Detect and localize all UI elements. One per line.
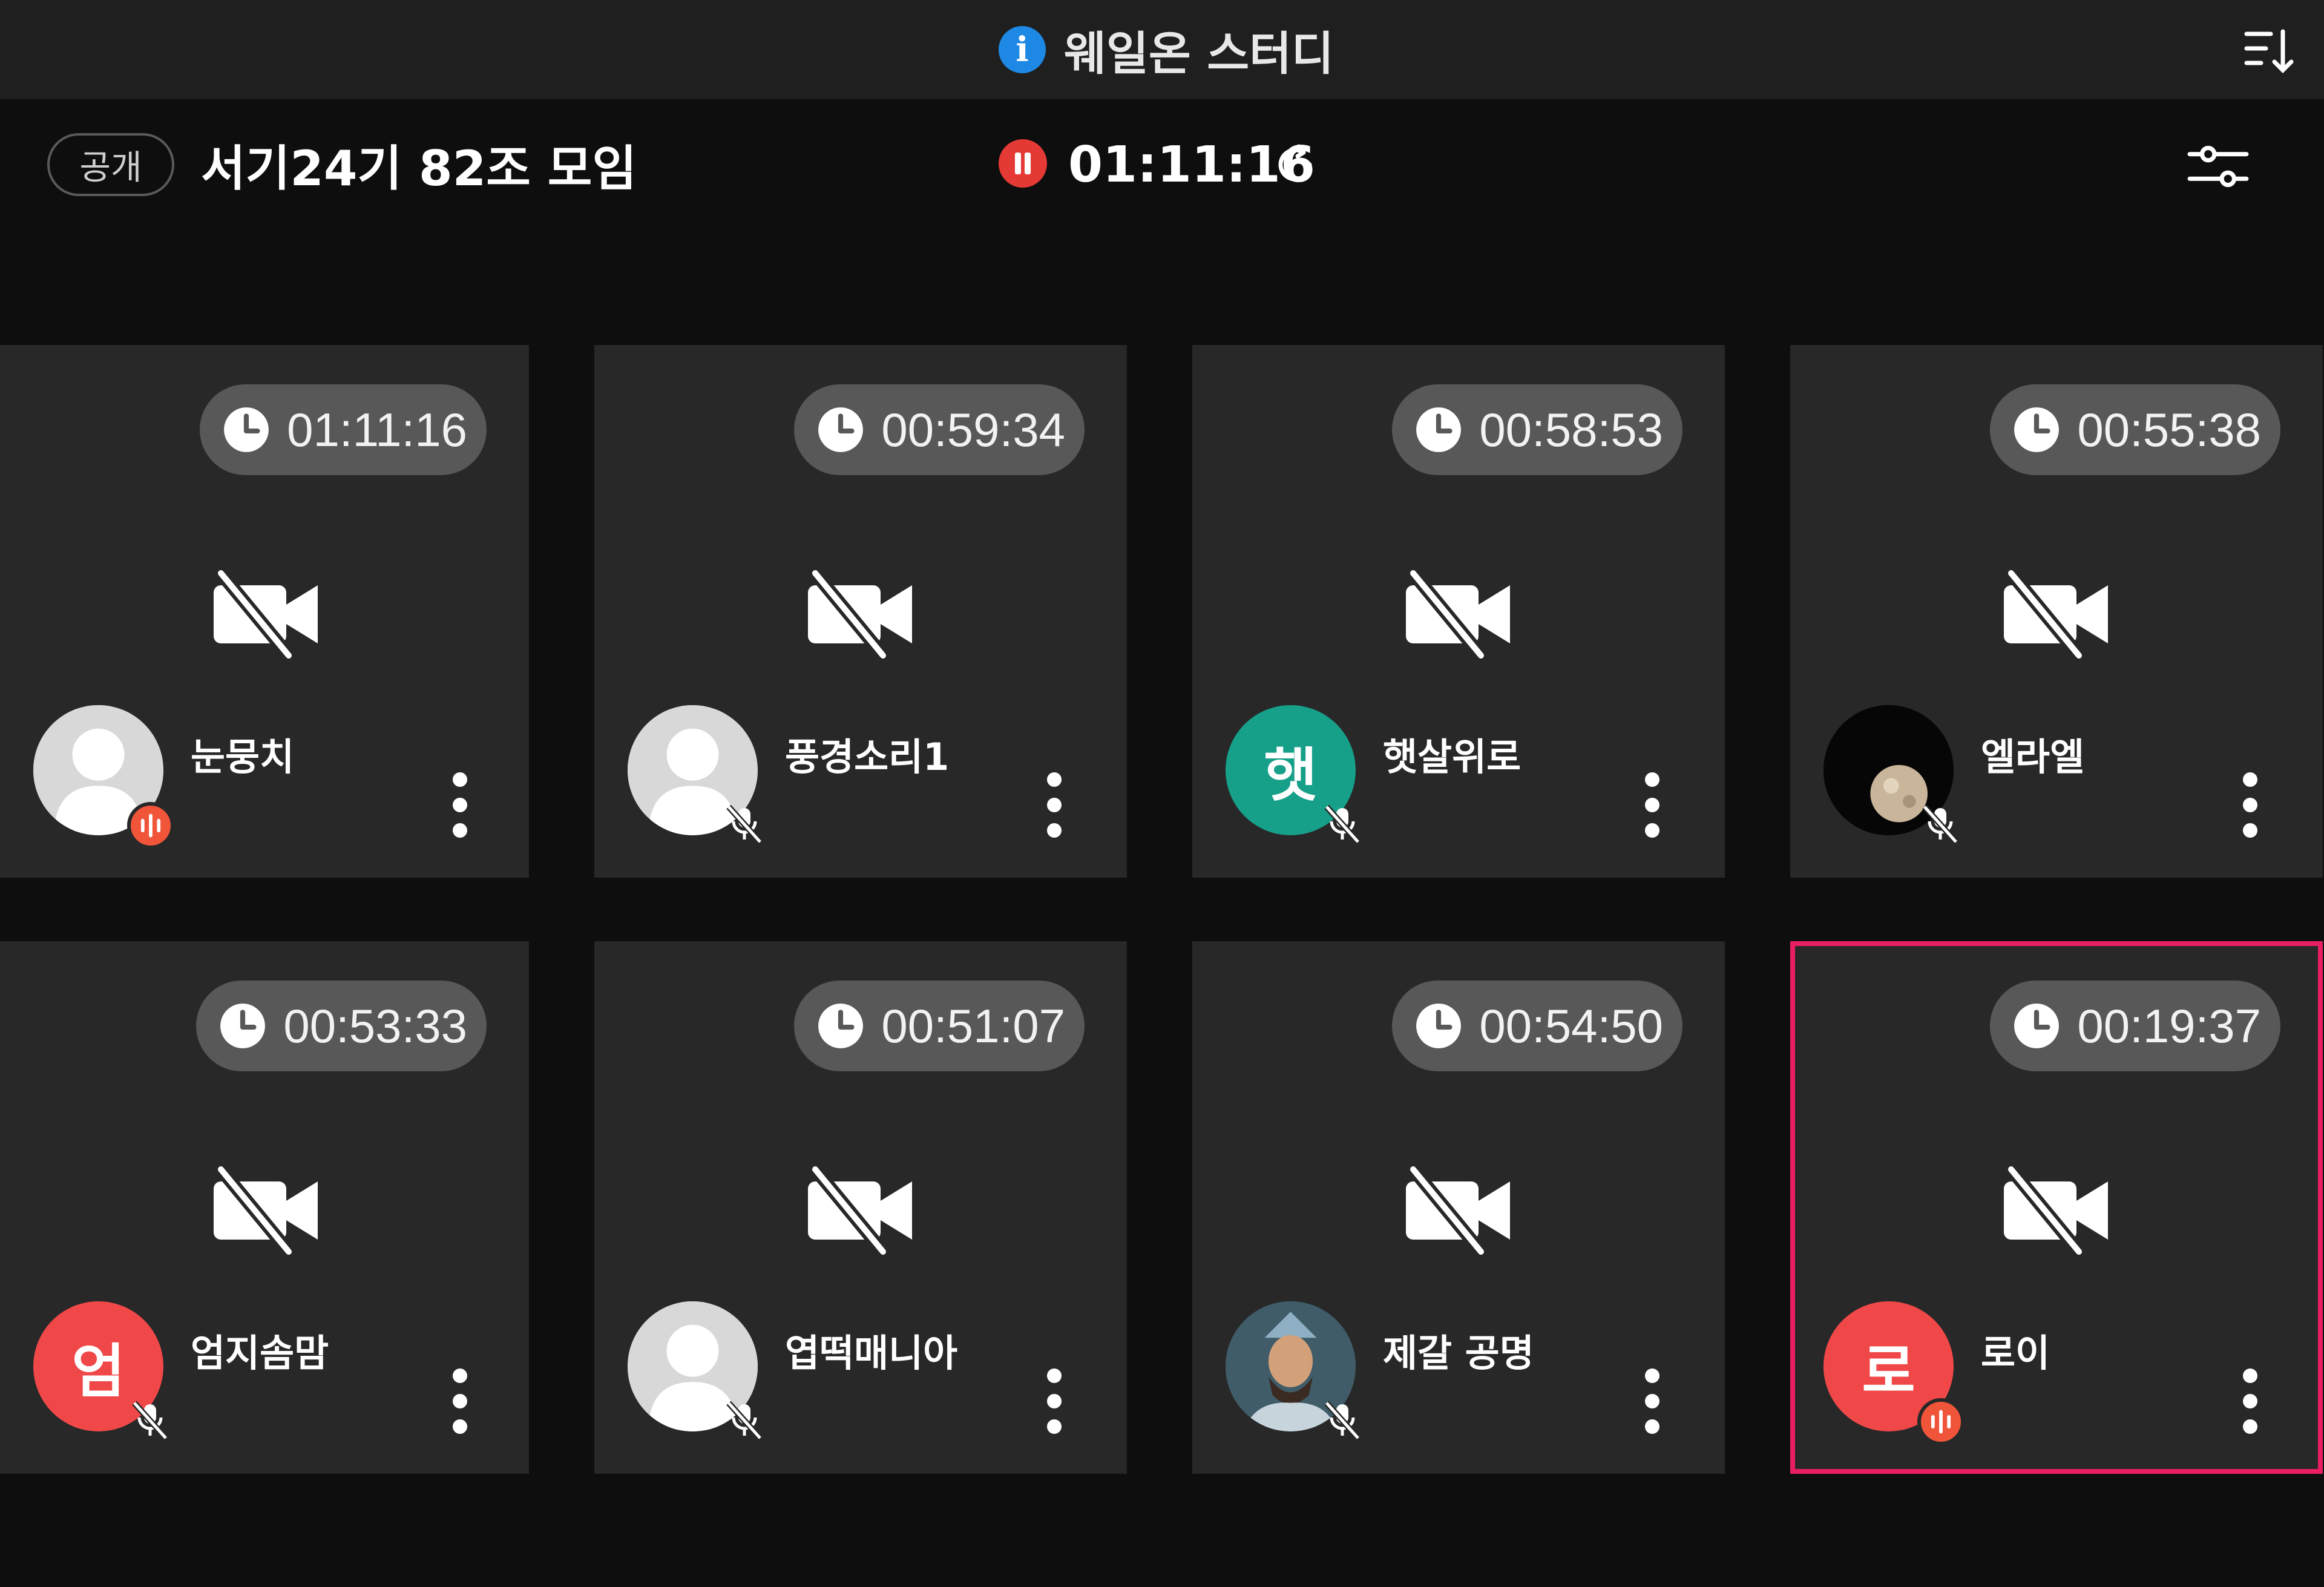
participant-tile[interactable]: 00:19:37 로 로이 — [1790, 941, 2323, 1474]
more-vertical-icon[interactable] — [442, 769, 478, 841]
participant-tile[interactable]: 00:58:53 햇 햇살위로 — [1192, 345, 1725, 878]
info-icon[interactable]: i — [999, 26, 1046, 73]
more-vertical-icon[interactable] — [1634, 1365, 1670, 1438]
settings-sliders-icon[interactable] — [2185, 133, 2251, 200]
clock-icon — [1414, 405, 1463, 455]
participant-name: 로이 — [1981, 1331, 2050, 1375]
camera-off-icon — [1999, 1162, 2114, 1259]
top-bar: i 웨일온 스터디 — [0, 0, 2324, 99]
mic-muted-icon — [1919, 802, 1962, 846]
camera-off-icon — [209, 566, 324, 663]
more-vertical-icon[interactable] — [1036, 1365, 1072, 1438]
room-title: 서기24기 82조 모임 — [201, 140, 637, 197]
mic-muted-icon — [723, 1398, 766, 1442]
participant-time: 00:54:50 — [1479, 999, 1663, 1053]
clock-icon — [218, 1001, 268, 1051]
participant-name: 햇살위로 — [1383, 735, 1521, 779]
participant-name: 엄지솜맘 — [191, 1331, 329, 1375]
clock-icon — [816, 1001, 865, 1051]
more-vertical-icon[interactable] — [2232, 769, 2268, 841]
participant-tile[interactable]: 00:54:50 제갈 공명 — [1192, 941, 1725, 1474]
refresh-icon[interactable] — [1271, 140, 1319, 189]
participant-name: 엽떡매니아 — [785, 1331, 958, 1375]
participant-time: 00:59:34 — [881, 402, 1065, 456]
participant-time-pill: 00:54:50 — [1392, 981, 1682, 1071]
participant-name: 제갈 공명 — [1383, 1331, 1534, 1375]
participant-time-pill: 00:55:38 — [1990, 384, 2280, 475]
participant-time-pill: 00:53:33 — [196, 981, 487, 1071]
visibility-badge: 공개 — [47, 133, 174, 196]
more-vertical-icon[interactable] — [442, 1365, 478, 1438]
participant-time-pill: 00:19:37 — [1990, 981, 2280, 1071]
participant-tile[interactable]: 00:55:38 엘라엘 — [1790, 345, 2323, 878]
more-vertical-icon[interactable] — [2232, 1365, 2268, 1438]
participant-time: 00:51:07 — [881, 999, 1065, 1053]
more-vertical-icon[interactable] — [1036, 769, 1072, 841]
mic-muted-icon — [128, 1398, 172, 1442]
participant-name: 눈뭉치 — [191, 735, 295, 779]
mic-muted-icon — [1321, 802, 1364, 846]
clock-icon — [2012, 405, 2061, 455]
participant-name: 풍경소리1 — [785, 735, 950, 779]
participant-time-pill: 00:58:53 — [1392, 384, 1682, 475]
speaking-wave-icon — [1917, 1398, 1965, 1445]
participant-time-pill: 00:59:34 — [794, 384, 1085, 475]
participant-time: 01:11:16 — [287, 402, 467, 456]
participant-time: 00:58:53 — [1479, 402, 1663, 456]
participant-tile[interactable]: 00:59:34 풍경소리1 — [594, 345, 1127, 878]
participant-time-pill: 01:11:16 — [200, 384, 487, 475]
participant-time: 00:19:37 — [2077, 999, 2261, 1053]
participant-time: 00:55:38 — [2077, 402, 2261, 456]
avatar-initial: 햇 — [1264, 741, 1318, 809]
participant-time: 00:53:33 — [283, 999, 467, 1053]
camera-off-icon — [803, 1162, 918, 1259]
mic-muted-icon — [1321, 1398, 1364, 1442]
camera-off-icon — [209, 1162, 324, 1259]
clock-icon — [1414, 1001, 1463, 1051]
clock-icon — [222, 405, 271, 455]
mic-muted-icon — [723, 802, 766, 846]
participant-tile[interactable]: 00:53:33 엄 엄지솜맘 — [0, 941, 529, 1474]
camera-off-icon — [1401, 566, 1516, 663]
camera-off-icon — [1999, 566, 2114, 663]
app-title: 웨일온 스터디 — [1064, 27, 1334, 80]
participant-time-pill: 00:51:07 — [794, 981, 1085, 1071]
clock-icon — [816, 405, 865, 455]
pause-icon[interactable] — [999, 139, 1047, 188]
camera-off-icon — [1401, 1162, 1516, 1259]
app-title-group: i 웨일온 스터디 — [999, 19, 1334, 80]
camera-off-icon — [803, 566, 918, 663]
participant-tile[interactable]: 01:11:16 눈뭉치 — [0, 345, 529, 878]
avatar-initial: 로 — [1862, 1338, 1915, 1405]
speaking-wave-icon — [127, 802, 174, 849]
sort-icon[interactable] — [2239, 22, 2297, 80]
clock-icon — [2012, 1001, 2061, 1051]
avatar-initial: 엄 — [71, 1338, 125, 1405]
participant-tile[interactable]: 00:51:07 엽떡매니아 — [594, 941, 1127, 1474]
participant-name: 엘라엘 — [1981, 735, 2085, 779]
more-vertical-icon[interactable] — [1634, 769, 1670, 841]
